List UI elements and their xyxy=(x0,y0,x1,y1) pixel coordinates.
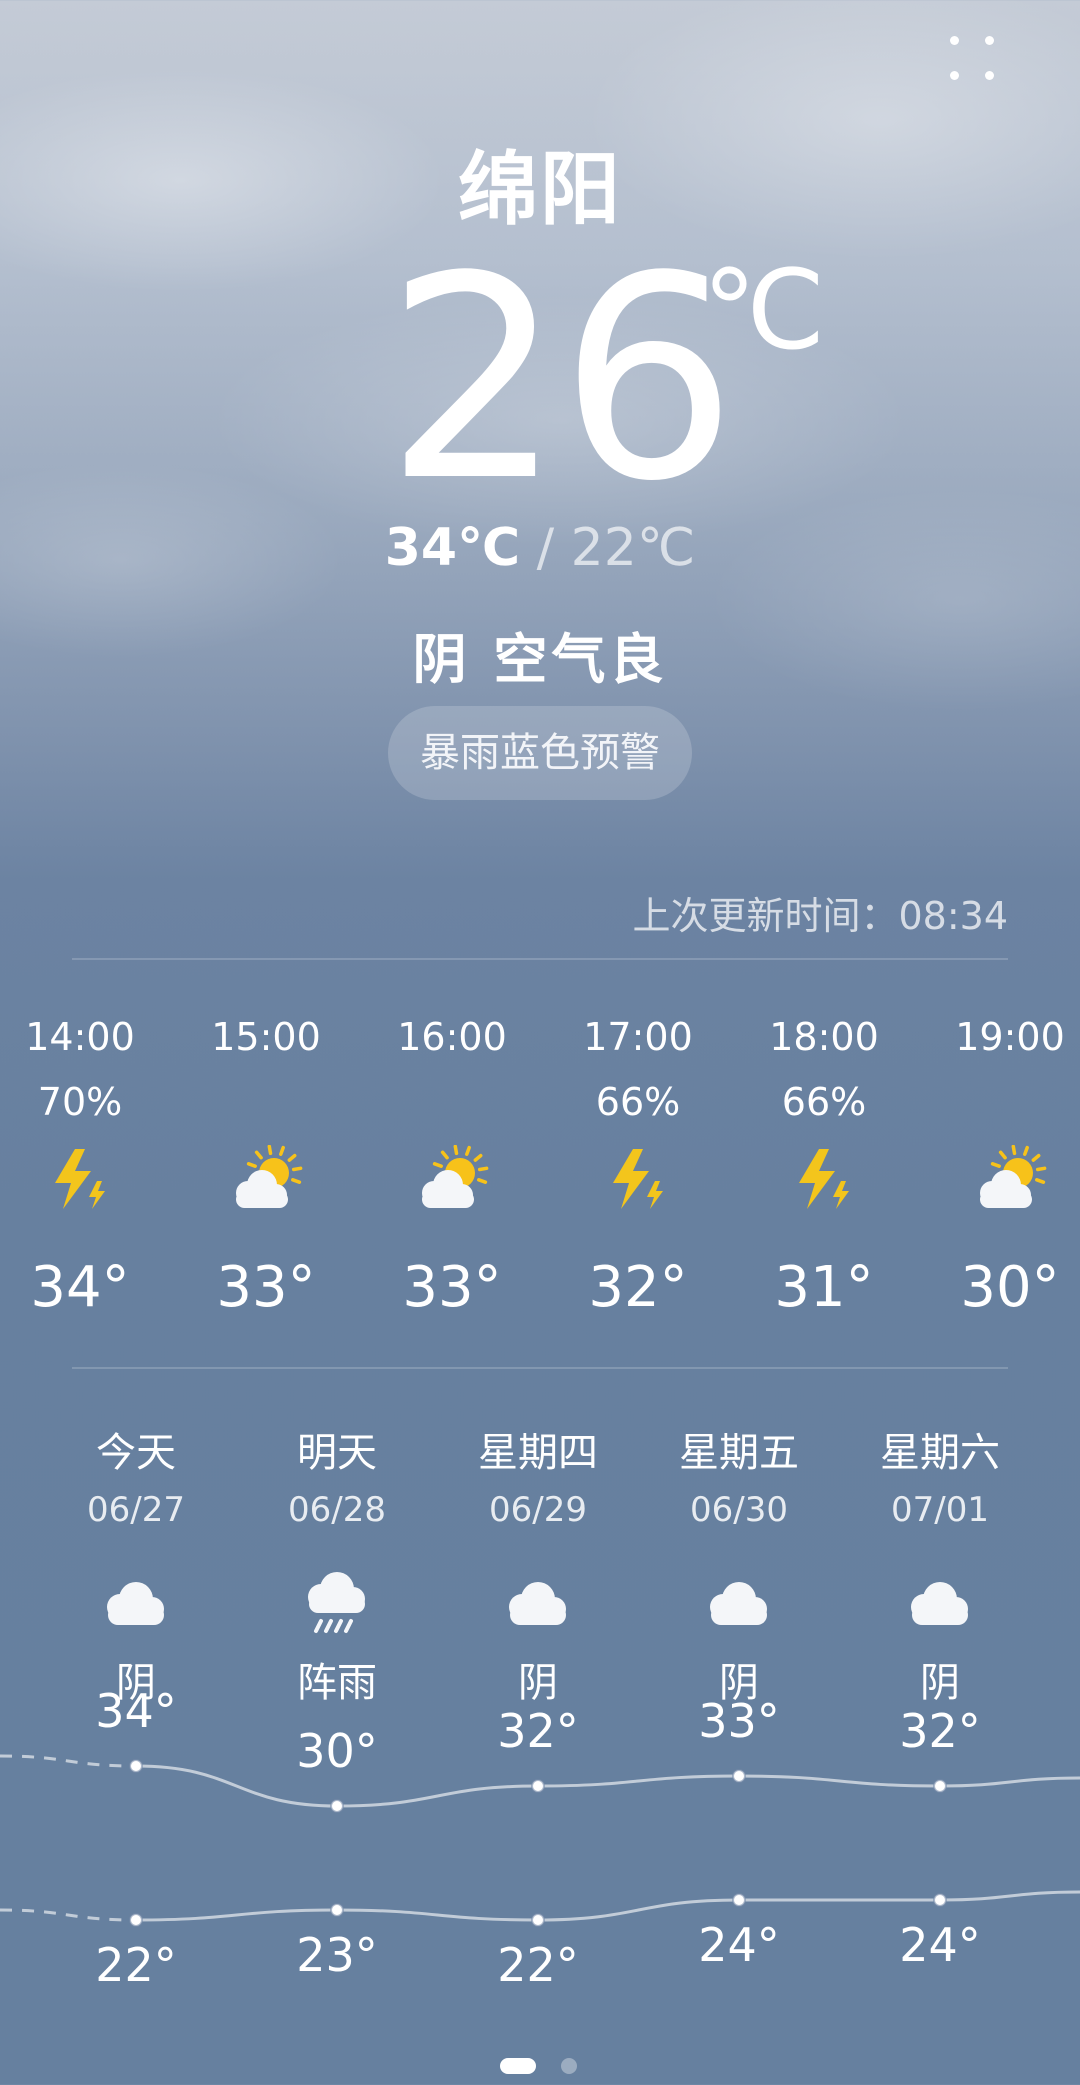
divider xyxy=(72,1367,1008,1369)
hour-precip: 66% xyxy=(781,1080,867,1124)
divider xyxy=(72,958,1008,960)
day-date: 06/29 xyxy=(489,1490,587,1530)
low-temp-point xyxy=(933,1893,947,1907)
condition-line[interactable]: 阴 空气良 xyxy=(0,615,1080,694)
day-high: 32° xyxy=(497,1704,579,1758)
day-high: 32° xyxy=(899,1704,981,1758)
day-low: 22° xyxy=(497,1938,579,1992)
thunder-icon xyxy=(545,1140,731,1220)
partly-cloudy-icon xyxy=(917,1140,1080,1220)
hour-time: 14:00 xyxy=(25,1015,135,1059)
day-high: 34° xyxy=(95,1684,177,1738)
low-temp-point xyxy=(330,1903,344,1917)
high-temp-point xyxy=(732,1769,746,1783)
weather-condition: 阴 xyxy=(412,628,471,691)
day-low: 24° xyxy=(698,1918,780,1972)
high-temp-lead-line xyxy=(0,1754,137,1768)
day-low: 23° xyxy=(296,1928,378,1982)
hour-precip: 70% xyxy=(37,1080,123,1124)
partly-cloudy-icon xyxy=(173,1140,359,1220)
day-name: 明天 xyxy=(297,1430,377,1476)
thunder-icon xyxy=(0,1140,173,1220)
high-temp: 34℃ xyxy=(384,518,521,578)
high-temp-point xyxy=(933,1779,947,1793)
hour-temp: 33° xyxy=(402,1255,502,1320)
partly-cloudy-icon xyxy=(359,1140,545,1220)
cloudy-icon xyxy=(639,1560,839,1650)
hour-temp: 34° xyxy=(30,1255,130,1320)
high-temp-point xyxy=(129,1759,143,1773)
update-time: 08:34 xyxy=(898,894,1008,938)
day-high: 33° xyxy=(698,1694,780,1748)
temp-range: 34℃ / 22℃ xyxy=(0,518,1080,578)
cloudy-icon xyxy=(438,1560,638,1650)
hour-precip: 66% xyxy=(595,1080,681,1124)
warning-badge[interactable]: 暴雨蓝色预警 xyxy=(388,706,692,800)
range-separator: / xyxy=(520,518,571,578)
high-temp-point xyxy=(330,1799,344,1813)
hour-time: 16:00 xyxy=(397,1015,507,1059)
day-name: 星期五 xyxy=(679,1430,799,1476)
page-dot xyxy=(561,2058,577,2074)
menu-dots-icon[interactable] xyxy=(944,30,1000,86)
cloudy-icon xyxy=(840,1560,1040,1650)
hour-temp: 31° xyxy=(774,1255,874,1320)
low-temp-point xyxy=(129,1913,143,1927)
low-temp-point xyxy=(732,1893,746,1907)
hour-time: 18:00 xyxy=(769,1015,879,1059)
day-low: 24° xyxy=(899,1918,981,1972)
rain-icon xyxy=(237,1560,437,1650)
air-quality: 空气良 xyxy=(493,628,668,691)
day-name: 星期六 xyxy=(880,1430,1000,1476)
high-temp-point xyxy=(531,1779,545,1793)
hour-temp: 30° xyxy=(960,1255,1060,1320)
low-temp: 22℃ xyxy=(570,518,696,578)
page-indicator xyxy=(0,2055,1080,2077)
day-low: 22° xyxy=(95,1938,177,1992)
low-temp-lead-line xyxy=(0,1908,137,1922)
update-label: 上次更新时间： xyxy=(632,894,899,938)
hour-temp: 32° xyxy=(588,1255,688,1320)
thunder-icon xyxy=(731,1140,917,1220)
hour-temp: 33° xyxy=(216,1255,316,1320)
cloudy-icon xyxy=(36,1560,236,1650)
hour-time: 15:00 xyxy=(211,1015,321,1059)
low-temp-point xyxy=(531,1913,545,1927)
hour-time: 19:00 xyxy=(955,1015,1065,1059)
temperature-unit: ℃ xyxy=(702,246,826,374)
day-date: 07/01 xyxy=(891,1490,989,1530)
day-date: 06/30 xyxy=(690,1490,788,1530)
page-dot-active xyxy=(500,2058,536,2074)
day-high: 30° xyxy=(296,1724,378,1778)
day-date: 06/27 xyxy=(87,1490,185,1530)
last-update: 上次更新时间：08:34 xyxy=(632,885,1008,940)
day-date: 06/28 xyxy=(288,1490,386,1530)
current-temperature: 26 xyxy=(385,217,737,543)
hour-time: 17:00 xyxy=(583,1015,693,1059)
day-name: 星期四 xyxy=(478,1430,598,1476)
day-name: 今天 xyxy=(96,1430,176,1476)
